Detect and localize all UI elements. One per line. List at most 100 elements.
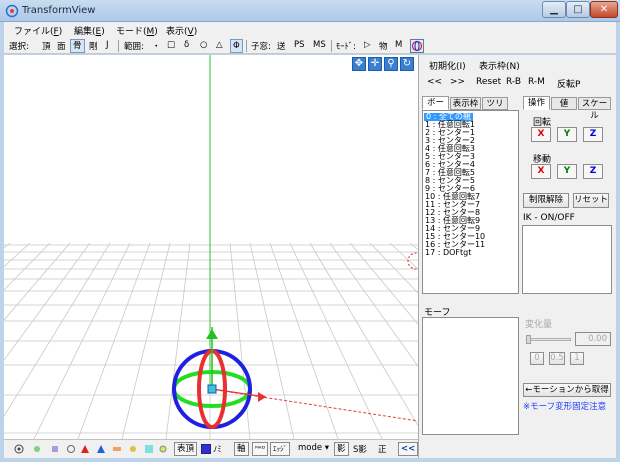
close-button[interactable]: ✕ [590, 1, 618, 18]
next-button[interactable]: >> [450, 77, 465, 87]
rm-button[interactable]: R-M [528, 77, 545, 87]
rotate-x-button[interactable]: X [531, 127, 551, 142]
minimize-button[interactable]: ▁ [542, 1, 566, 18]
rotation-gizmo[interactable] [166, 327, 266, 437]
menu-file[interactable]: ファイル(F) [14, 24, 62, 37]
tab-bone[interactable]: ボーン [422, 96, 449, 120]
child-send-button[interactable]: 送 [277, 40, 286, 52]
shadow-toggle[interactable]: 影 [334, 442, 349, 456]
tab-value[interactable]: 値 [551, 97, 577, 110]
rotate-y-button[interactable]: Y [557, 127, 577, 142]
move-z-button[interactable]: Z [583, 164, 603, 179]
select-label: 選択: [9, 42, 29, 52]
mode-dropdown[interactable]: mode ▾ [298, 443, 329, 453]
menu-bar: ファイル(F) 編集(E) モード(M) 表示(V) [4, 22, 616, 38]
minimize-icon: ▁ [550, 4, 558, 15]
wire-icon[interactable] [158, 444, 168, 454]
range-delta-button[interactable]: δ [184, 40, 189, 50]
rotate-z-button[interactable]: Z [583, 127, 603, 142]
list-item[interactable]: 17 : DOFtgt [425, 249, 471, 257]
get-from-motion-button[interactable]: ←モーションから取得 [523, 383, 611, 397]
move-x-button[interactable]: X [531, 164, 551, 179]
tab-scale[interactable]: スケール [578, 97, 611, 121]
slider-half-button[interactable]: 0.5 [549, 352, 565, 365]
axis-toggle[interactable]: 軸 [234, 442, 249, 456]
vertex-display-icon[interactable] [32, 444, 42, 454]
ik-label: IK - ON/OFF [523, 213, 575, 223]
select-face-button[interactable]: 面 [57, 40, 66, 52]
surface-vertex-toggle[interactable]: 表頂 [174, 442, 198, 456]
gizmo-toggle-icon[interactable] [410, 39, 424, 53]
move-y-button[interactable]: Y [557, 164, 577, 179]
rb-button[interactable]: R-B [506, 77, 521, 87]
slider-thumb[interactable] [526, 335, 531, 344]
morph-list[interactable] [422, 317, 519, 435]
child-ms-button[interactable]: MS [313, 40, 326, 50]
range-rect-button[interactable]: □ [167, 40, 175, 50]
morph-slider[interactable] [526, 335, 571, 344]
self-shadow-toggle[interactable]: S影 [353, 443, 367, 455]
3d-viewport[interactable]: ✥ ✛ ⚲ ↻ [4, 55, 418, 439]
select-rigid-button[interactable]: 剛 [89, 40, 98, 52]
morph-value-field[interactable]: 0.00 [575, 332, 611, 346]
display-frame-menu[interactable]: 表示枠(N) [479, 59, 520, 72]
rigid-icon[interactable] [112, 444, 122, 454]
range-circle-button[interactable]: ○ [200, 40, 207, 50]
tab-operate[interactable]: 操作 [523, 96, 550, 110]
range-point-button[interactable]: ・ [152, 40, 161, 52]
reset-nav-button[interactable]: Reset [476, 77, 501, 87]
select-vertex-button[interactable]: 頂 [42, 40, 51, 52]
reset-button[interactable]: リセット [573, 193, 609, 208]
eye-icon[interactable] [14, 444, 24, 454]
change-amount-label: 変化量 [525, 320, 553, 330]
bone-panel: 初期化(I) 表示枠(N) << >> Reset R-B R-M 反転P ボー… [418, 55, 616, 458]
child-ps-button[interactable]: PS [294, 40, 305, 50]
range-phi-button[interactable]: Φ [230, 39, 243, 53]
mode-physics-button[interactable]: 物 [379, 40, 388, 52]
zoom-icon[interactable]: ⚲ [384, 57, 398, 71]
maximize-button[interactable]: □ [566, 1, 590, 18]
select-bone-button[interactable]: 骨 [70, 39, 85, 53]
menu-mode[interactable]: モード(M) [116, 24, 158, 37]
ik-list[interactable] [522, 225, 612, 294]
color-swatch[interactable] [201, 444, 211, 454]
range-triangle-button[interactable]: △ [216, 40, 223, 50]
circle-display-icon[interactable] [66, 444, 76, 454]
mode-label: ﾓｰﾄﾞ: [336, 42, 356, 52]
morph-icon[interactable] [144, 444, 154, 454]
select-joint-button[interactable]: J [106, 40, 109, 50]
mode-play-button[interactable]: ▷ [364, 40, 371, 50]
collapse-panel-button[interactable]: << [398, 442, 419, 456]
slider-one-button[interactable]: 1 [570, 352, 584, 365]
joint-icon[interactable] [128, 444, 138, 454]
mode-m-button[interactable]: M [395, 40, 402, 50]
init-menu[interactable]: 初期化(I) [429, 59, 466, 72]
move-view-icon[interactable]: ✥ [352, 57, 366, 71]
triangle-red-icon[interactable] [80, 444, 90, 454]
edge-toggle-icon[interactable]: ｴｯｼﾞ [270, 442, 290, 456]
app-icon [5, 4, 19, 18]
window-title: TransformView [22, 5, 96, 16]
ortho-toggle[interactable]: 正 [378, 443, 387, 455]
menu-edit[interactable]: 編集(E) [74, 24, 105, 37]
tab-display-frame[interactable]: 表示枠 [450, 97, 481, 110]
maximize-icon: □ [573, 4, 583, 15]
separator [246, 40, 247, 52]
flip-p-button[interactable]: 反転P [557, 77, 580, 90]
rotate-view-icon[interactable]: ↻ [400, 57, 414, 71]
normal-toggle[interactable]: ﾉﾐ [213, 443, 222, 455]
morph-note: ※モーフ変形固定注意 [523, 402, 607, 412]
limit-release-button[interactable]: 制限解除 [523, 193, 569, 208]
move-axis-icon[interactable]: ✛ [368, 57, 382, 71]
menu-view[interactable]: 表示(V) [166, 24, 197, 37]
bone-display-icon[interactable] [50, 444, 60, 454]
separator [331, 40, 332, 52]
toolbar: 選択: 頂 面 骨 剛 J 範囲: ・ □ δ ○ △ Φ 子窓: 送 PS M… [4, 38, 616, 54]
triangle-blue-icon[interactable] [96, 444, 106, 454]
bone-list[interactable]: 0 : 全ての親 1 : 任意回転1 2 : センター1 3 : センター2 4… [422, 110, 519, 294]
tab-tree[interactable]: ツリー [482, 97, 508, 121]
prev-button[interactable]: << [427, 77, 442, 87]
title-bar: TransformView ▁ □ ✕ [0, 0, 620, 22]
slider-zero-button[interactable]: 0 [530, 352, 544, 365]
label-toggle-icon[interactable]: ᴹᴬᴰ [252, 442, 269, 456]
